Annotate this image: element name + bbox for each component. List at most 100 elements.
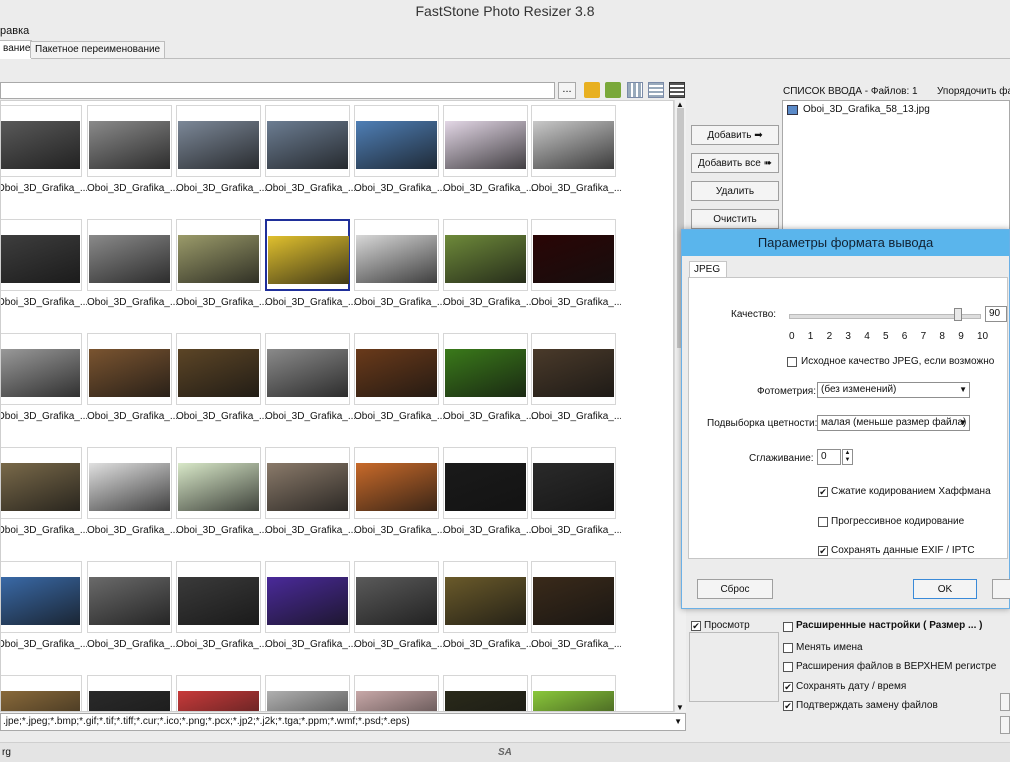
thumbnail-caption: Oboi_3D_Grafika_...: [354, 183, 444, 194]
thumbnail-frame: [443, 675, 528, 711]
photometry-select[interactable]: (без изменений) ▼: [817, 382, 970, 398]
thumbnail-item[interactable]: Oboi_3D_Grafika_...: [354, 559, 444, 650]
quality-label: Качество:: [731, 309, 777, 320]
add-button[interactable]: Добавить ➡: [691, 125, 779, 145]
smoothing-spinner[interactable]: ▲ ▼: [842, 449, 853, 465]
thumbnail-item[interactable]: Oboi_3D_Grafika_...: [531, 331, 621, 422]
thumbnail-item[interactable]: Oboi_3D_Grafika_...: [531, 445, 621, 536]
thumbnail-item[interactable]: Oboi_3D_Grafika_...: [265, 331, 355, 422]
list-item[interactable]: Oboi_3D_Grafika_58_13.jpg: [803, 104, 930, 115]
thumbnail-item[interactable]: Oboi_3D_Grafika_...: [354, 103, 444, 194]
details-view-icon[interactable]: [669, 82, 685, 98]
thumbnail-view-icon[interactable]: [627, 82, 643, 98]
rename-checkbox[interactable]: [783, 643, 793, 653]
thumbnail-item[interactable]: [443, 673, 530, 711]
scroll-up-icon[interactable]: ▲: [676, 100, 684, 109]
thumbnail-item[interactable]: Oboi_3D_Grafika_...: [531, 217, 621, 308]
thumbnail-item[interactable]: Oboi_3D_Grafika_...: [443, 217, 533, 308]
quality-slider[interactable]: [789, 314, 981, 319]
cancel-button[interactable]: [992, 579, 1010, 599]
exif-checkbox[interactable]: ✔: [818, 546, 828, 556]
menu-bar: равка: [0, 22, 1010, 40]
smoothing-field[interactable]: 0: [817, 449, 841, 465]
thumbnail-frame: [443, 219, 528, 291]
status-bar: rg SA: [0, 742, 1010, 762]
refresh-folder-icon[interactable]: [605, 82, 621, 98]
thumbnail-item[interactable]: Oboi_3D_Grafika_...: [1, 217, 87, 308]
thumbnail-item[interactable]: [354, 673, 441, 711]
thumbnail-item[interactable]: Oboi_3D_Grafika_...: [87, 331, 177, 422]
thumbnail-item[interactable]: Oboi_3D_Grafika_...: [531, 559, 621, 650]
thumbnail-item[interactable]: Oboi_3D_Grafika_...: [176, 559, 266, 650]
thumbnail-item[interactable]: Oboi_3D_Grafika_...: [87, 445, 177, 536]
thumbnail-item[interactable]: Oboi_3D_Grafika_...: [443, 103, 533, 194]
file-type-filter[interactable]: .jpe;*.jpeg;*.bmp;*.gif;*.tif;*.tiff;*.c…: [0, 713, 686, 731]
advanced-settings-checkbox[interactable]: [783, 622, 793, 632]
tab-conversion[interactable]: вание: [0, 40, 32, 59]
thumbnail-item[interactable]: Oboi_3D_Grafika_...: [87, 559, 177, 650]
thumbnail-item[interactable]: [265, 673, 352, 711]
thumbnail-item[interactable]: Oboi_3D_Grafika_...: [265, 559, 355, 650]
thumbnail-image: [1, 235, 80, 283]
confirm-replace-checkbox[interactable]: ✔: [783, 701, 793, 711]
thumbnail-item[interactable]: Oboi_3D_Grafika_...: [1, 103, 87, 194]
uppercase-ext-checkbox[interactable]: [783, 662, 793, 672]
remove-button[interactable]: Удалить: [691, 181, 779, 201]
folder-path-input[interactable]: [0, 82, 555, 99]
thumbnail-item[interactable]: Oboi_3D_Grafika_...: [176, 103, 266, 194]
preview-checkbox[interactable]: ✔: [691, 621, 701, 631]
tab-batch-rename[interactable]: Пакетное переименование: [30, 41, 166, 58]
thumbnail-item[interactable]: Oboi_3D_Grafika_...: [443, 559, 533, 650]
thumbnail-item[interactable]: Oboi_3D_Grafika_...: [1, 331, 87, 422]
scroll-down-icon[interactable]: ▼: [676, 703, 684, 712]
thumbnail-item[interactable]: [87, 673, 174, 711]
photometry-label: Фотометрия:: [757, 386, 816, 397]
add-all-button[interactable]: Добавить все ➠: [691, 153, 779, 173]
list-view-icon[interactable]: [648, 82, 664, 98]
thumbnail-item[interactable]: Oboi_3D_Grafika_...: [354, 217, 444, 308]
thumbnail-item[interactable]: Oboi_3D_Grafika_...: [87, 103, 177, 194]
thumbnail-item[interactable]: Oboi_3D_Grafika_...: [443, 445, 533, 536]
thumbnail-item[interactable]: [1, 673, 84, 711]
subsampling-select[interactable]: малая (меньше размер файла) ▼: [817, 415, 970, 431]
thumbnail-item[interactable]: Oboi_3D_Grafika_...: [176, 331, 266, 422]
huffman-checkbox[interactable]: ✔: [818, 487, 828, 497]
side-button[interactable]: [1000, 693, 1010, 711]
thumbnail-item[interactable]: Oboi_3D_Grafika_...: [176, 217, 266, 308]
thumbnail-item[interactable]: Oboi_3D_Grafika_...: [176, 445, 266, 536]
side-button-2[interactable]: [1000, 716, 1010, 734]
clear-button[interactable]: Очистить: [691, 209, 779, 229]
browse-button[interactable]: ...: [558, 82, 576, 99]
thumbnail-item[interactable]: Oboi_3D_Grafika_...: [265, 445, 355, 536]
menu-item-edit[interactable]: равка: [0, 25, 29, 37]
thumbnail-item[interactable]: Oboi_3D_Grafika_...: [87, 217, 177, 308]
thumbnail-item[interactable]: Oboi_3D_Grafika_...: [354, 445, 444, 536]
thumbnail-image: [533, 235, 614, 283]
thumbnail-item[interactable]: Oboi_3D_Grafika_...: [1, 559, 87, 650]
quality-slider-handle[interactable]: [954, 308, 963, 321]
input-file-list[interactable]: Oboi_3D_Grafika_58_13.jpg: [782, 100, 1010, 235]
tab-jpeg[interactable]: JPEG: [689, 261, 727, 278]
thumbnail-item[interactable]: Oboi_3D_Grafika_...: [1, 445, 87, 536]
thumbnail-item[interactable]: Oboi_3D_Grafika_...: [531, 103, 621, 194]
chevron-down-icon[interactable]: ▼: [674, 714, 682, 730]
folder-up-icon[interactable]: [584, 82, 600, 98]
quality-value-field[interactable]: 90: [985, 306, 1007, 322]
ok-button[interactable]: OK: [913, 579, 977, 599]
thumbnail-item[interactable]: [531, 673, 618, 711]
reset-button[interactable]: Сброс: [697, 579, 773, 599]
original-quality-checkbox[interactable]: [787, 357, 797, 367]
thumbnail-caption: Oboi_3D_Grafika_...: [265, 639, 355, 650]
thumbnail-item[interactable]: Oboi_3D_Grafika_...: [265, 217, 355, 308]
thumbnail-item[interactable]: Oboi_3D_Grafika_...: [265, 103, 355, 194]
sort-files-label[interactable]: Упорядочить файл: [937, 86, 1010, 97]
thumbnail-item[interactable]: [176, 673, 263, 711]
thumbnail-image: [178, 235, 259, 283]
thumbnail-caption: Oboi_3D_Grafika_...: [0, 411, 87, 422]
thumbnail-browser[interactable]: Oboi_3D_Grafika_... Oboi_3D_Grafika_... Ob…: [0, 100, 674, 712]
keep-date-checkbox[interactable]: ✔: [783, 682, 793, 692]
thumbnail-item[interactable]: Oboi_3D_Grafika_...: [354, 331, 444, 422]
progressive-checkbox[interactable]: [818, 517, 828, 527]
thumbnail-item[interactable]: Oboi_3D_Grafika_...: [443, 331, 533, 422]
thumbnail-image: [89, 349, 170, 397]
